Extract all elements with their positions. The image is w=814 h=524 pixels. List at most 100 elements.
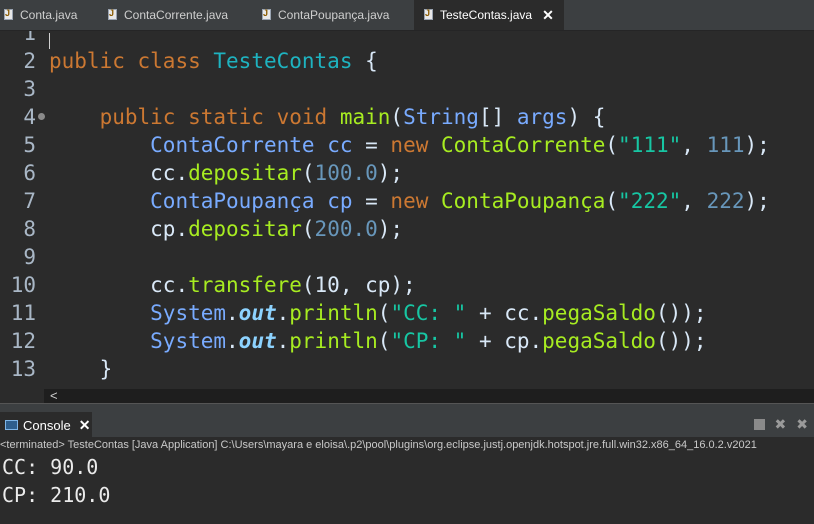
code-token: public [49, 49, 125, 73]
tab-testecontas[interactable]: TesteContas.java ✕ [414, 0, 564, 30]
code-token: depositar [188, 217, 302, 241]
code-line: 4 public static void main(String[] args)… [0, 103, 814, 131]
tab-label: Conta.java [20, 8, 78, 22]
code-token: ); [744, 189, 770, 213]
code-line: 1 [0, 31, 814, 49]
java-file-icon [262, 8, 272, 21]
tab-label: ContaCorrente.java [124, 8, 229, 22]
code-token: ()); [655, 301, 707, 325]
line-number: 1 [23, 31, 36, 45]
code-token: ()); [655, 329, 707, 353]
code-token: ( [390, 105, 404, 129]
code-token: System [150, 301, 227, 325]
line-number: 13 [10, 357, 36, 381]
code-token: depositar [188, 161, 302, 185]
code-token: ); [377, 161, 404, 185]
tab-console[interactable]: Console ✕ [0, 412, 92, 438]
code-token: new [390, 133, 429, 157]
code-token: . [226, 329, 239, 353]
code-line: 7 ContaPoupança cp = new ContaPoupança("… [0, 187, 814, 215]
code-token: cc. [150, 161, 189, 185]
code-token: void [276, 105, 328, 129]
code-token: . [276, 301, 290, 325]
code-token: out [238, 329, 277, 353]
scroll-left-arrow[interactable]: < [50, 388, 58, 403]
close-icon[interactable]: ✕ [79, 417, 91, 434]
code-text: System.out.println("CC: " + cc.pegaSaldo… [49, 299, 707, 327]
code-token: ( [377, 301, 391, 325]
line-number: 12 [10, 329, 36, 353]
line-number: 10 [10, 273, 36, 297]
remove-launch-icon[interactable]: ✖ [775, 416, 787, 433]
code-token: "222" [618, 189, 682, 213]
code-text: } [49, 355, 113, 383]
tab-contacorrente[interactable]: ContaCorrente.java [108, 0, 258, 30]
code-token: ContaCorrente [150, 133, 315, 157]
code-token: cc. [150, 273, 189, 297]
code-token: = [352, 189, 391, 213]
code-editor[interactable]: 1 2 public class TesteContas {3 4 public st… [0, 31, 814, 389]
code-token: ( [301, 161, 315, 185]
code-token: String [403, 105, 479, 129]
code-text: System.out.println("CP: " + cp.pegaSaldo… [49, 327, 707, 355]
code-line: 8 cp.depositar(200.0); [0, 215, 814, 243]
code-token: ( [301, 217, 315, 241]
code-token: cp. [150, 217, 189, 241]
code-token: out [238, 301, 277, 325]
code-line: 3 [0, 75, 814, 103]
code-token: ) { [567, 105, 606, 129]
code-token: cc [327, 133, 353, 157]
code-token: transfere [188, 273, 302, 297]
close-icon[interactable]: ✕ [542, 7, 554, 24]
code-token: main [339, 105, 391, 129]
horizontal-scrollbar[interactable]: < [44, 388, 814, 403]
code-token: } [49, 357, 113, 381]
code-token: TesteContas [213, 49, 353, 73]
code-token: 100.0 [314, 161, 378, 185]
code-token: { [352, 49, 378, 73]
code-token: ( [605, 133, 619, 157]
remove-all-icon[interactable]: ✖ [796, 416, 808, 433]
code-token: , [681, 133, 707, 157]
tab-conta[interactable]: Conta.java [4, 0, 104, 30]
tab-contapoupanca[interactable]: ContaPoupança.java [262, 0, 412, 30]
code-token: 222 [706, 189, 745, 213]
code-line: 11 System.out.println("CC: " + cc.pegaSa… [0, 299, 814, 327]
code-token: args [516, 105, 568, 129]
code-token: 111 [706, 133, 745, 157]
code-line: 6 cc.depositar(100.0); [0, 159, 814, 187]
code-token: println [289, 301, 378, 325]
java-file-icon [424, 8, 434, 21]
code-token: 200.0 [314, 217, 378, 241]
code-text: ContaPoupança cp = new ContaPoupança("22… [49, 187, 770, 215]
editor-tab-bar: Conta.java ContaCorrente.java ContaPoupa… [0, 0, 814, 31]
stop-icon[interactable] [753, 419, 765, 430]
code-text: cc.transfere(10, cp); [49, 271, 416, 299]
code-token: ( [605, 189, 619, 213]
code-token: ContaCorrente [441, 133, 606, 157]
console-line: CP: 210.0 [2, 483, 111, 507]
code-token: + cp. [466, 329, 543, 353]
code-text: public static void main(String[] args) { [49, 103, 606, 131]
fold-marker-icon[interactable] [38, 113, 45, 120]
code-token: pegaSaldo [542, 301, 656, 325]
code-token: class [137, 49, 201, 73]
line-number: 9 [23, 245, 36, 269]
code-token: static [188, 105, 264, 129]
line-number: 4 [23, 105, 36, 129]
code-token: System [150, 329, 227, 353]
code-text: ContaCorrente cc = new ContaCorrente("11… [49, 131, 770, 159]
code-token: ContaPoupança [150, 189, 315, 213]
